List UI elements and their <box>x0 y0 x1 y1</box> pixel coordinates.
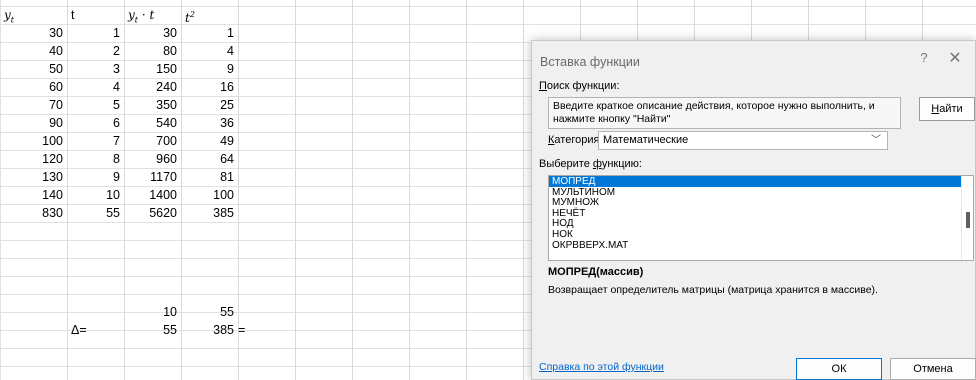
cell-yt-t[interactable]: 1170 <box>124 168 181 186</box>
cell-formula-equals[interactable]: = <box>234 321 291 339</box>
cell-t[interactable]: 4 <box>67 78 124 96</box>
function-item[interactable]: НЕЧЁТ <box>549 208 963 219</box>
search-label: Поиск функции: <box>539 80 620 92</box>
header-t[interactable]: t <box>67 6 124 24</box>
cell-matrix-a22[interactable]: 385 <box>181 321 238 339</box>
choose-function-label: Выберите функцию: <box>539 158 642 170</box>
cell-yt[interactable]: 130 <box>0 168 67 186</box>
cell-t[interactable]: 10 <box>67 186 124 204</box>
cell-matrix-a12[interactable]: 55 <box>181 303 238 321</box>
cell-t2[interactable]: 100 <box>181 186 238 204</box>
col-separator <box>409 0 410 380</box>
cell-yt-t[interactable]: 30 <box>124 24 181 42</box>
ok-button[interactable]: ОК <box>796 358 882 380</box>
insert-function-dialog: Вставка функции ? ✕ Поиск функции: Введи… <box>531 40 976 380</box>
cell-t2[interactable]: 36 <box>181 114 238 132</box>
cell-yt-t[interactable]: 1400 <box>124 186 181 204</box>
function-description: Возвращает определитель матрицы (матрица… <box>548 284 878 296</box>
header-yt-t-rest: · t <box>138 8 155 22</box>
category-label: Категория: <box>548 134 603 146</box>
choose-label-rest: ункцию: <box>601 158 642 170</box>
category-select[interactable]: Математические ﹀ <box>598 131 888 150</box>
cell-yt-t[interactable]: 80 <box>124 42 181 60</box>
cell-t[interactable]: 1 <box>67 24 124 42</box>
cell-yt[interactable]: 50 <box>0 60 67 78</box>
cell-t[interactable]: 3 <box>67 60 124 78</box>
function-list-scrollbar[interactable] <box>961 176 973 260</box>
choose-label-pre: Выберите <box>539 158 593 170</box>
cell-yt[interactable]: 90 <box>0 114 67 132</box>
cell-t2[interactable]: 4 <box>181 42 238 60</box>
cell-matrix-a11[interactable]: 10 <box>124 303 181 321</box>
function-search-input[interactable]: Введите краткое описание действия, котор… <box>548 97 901 129</box>
cell-t2[interactable]: 9 <box>181 60 238 78</box>
cell-delta-label[interactable]: Δ= <box>67 321 124 339</box>
cell-yt-t[interactable]: 240 <box>124 78 181 96</box>
close-icon[interactable]: ✕ <box>946 49 964 69</box>
cell-t2[interactable]: 49 <box>181 132 238 150</box>
function-signature: МОПРЕД(массив) <box>548 266 644 278</box>
cell-yt[interactable]: 140 <box>0 186 67 204</box>
header-yt-base: y <box>4 8 11 22</box>
find-button-text: айти <box>939 103 963 115</box>
header-yt-sub: t <box>10 15 14 24</box>
function-item-selected[interactable]: МОПРЕД <box>549 176 963 187</box>
cell-yt-t[interactable]: 700 <box>124 132 181 150</box>
cell-matrix-a21[interactable]: 55 <box>124 321 181 339</box>
cell-yt[interactable]: 60 <box>0 78 67 96</box>
cell-t2[interactable]: 1 <box>181 24 238 42</box>
choose-label-accel: ф <box>592 158 602 170</box>
cell-yt[interactable]: 70 <box>0 96 67 114</box>
cell-t2[interactable]: 25 <box>181 96 238 114</box>
dialog-title: Вставка функции <box>540 55 640 69</box>
cell-sum-yt[interactable]: 830 <box>0 204 67 222</box>
function-item[interactable]: ОКРВВЕРХ.МАТ <box>549 240 963 251</box>
function-list[interactable]: МОПРЕД МУЛЬТИНОМ МУМНОЖ НЕЧЁТ НОД НОК ОК… <box>548 175 974 261</box>
cell-t[interactable]: 7 <box>67 132 124 150</box>
cell-t2[interactable]: 64 <box>181 150 238 168</box>
header-yt-times-t[interactable]: yt · t <box>124 6 181 24</box>
cell-yt[interactable]: 30 <box>0 24 67 42</box>
cell-t2[interactable]: 16 <box>181 78 238 96</box>
search-label-accel: П <box>539 80 547 92</box>
function-item[interactable]: НОД <box>549 218 963 230</box>
cell-yt-t[interactable]: 150 <box>124 60 181 78</box>
cell-t2[interactable]: 81 <box>181 168 238 186</box>
cell-yt[interactable]: 100 <box>0 132 67 150</box>
cell-yt-t[interactable]: 960 <box>124 150 181 168</box>
search-label-text: оиск функции: <box>546 80 620 92</box>
cell-sum-t[interactable]: 55 <box>67 204 124 222</box>
help-icon[interactable]: ? <box>917 50 931 68</box>
col-separator <box>352 0 353 380</box>
cell-yt-t[interactable]: 540 <box>124 114 181 132</box>
cell-t[interactable]: 8 <box>67 150 124 168</box>
cell-sum-yt-t[interactable]: 5620 <box>124 204 181 222</box>
col-separator <box>523 0 524 380</box>
cell-t[interactable]: 2 <box>67 42 124 60</box>
cell-yt[interactable]: 120 <box>0 150 67 168</box>
cell-sum-t2[interactable]: 385 <box>181 204 238 222</box>
function-item[interactable]: НОК <box>549 229 963 240</box>
scrollbar-thumb[interactable] <box>966 212 970 228</box>
header-yt[interactable]: yt <box>0 6 67 24</box>
cancel-button[interactable]: Отмена <box>890 358 976 380</box>
function-item[interactable]: МУМНОЖ <box>549 197 963 208</box>
cell-t[interactable]: 6 <box>67 114 124 132</box>
function-item[interactable]: МУЛЬТИНОМ <box>549 187 963 198</box>
header-t-squared[interactable]: t2 <box>181 6 238 24</box>
col-separator <box>466 0 467 380</box>
function-help-link[interactable]: Справка по этой функции <box>539 361 664 373</box>
col-separator <box>295 0 296 380</box>
cell-t[interactable]: 5 <box>67 96 124 114</box>
category-select-value: Математические <box>603 134 689 146</box>
category-label-text: атегория: <box>554 134 603 146</box>
cell-yt[interactable]: 40 <box>0 42 67 60</box>
chevron-down-icon: ﹀ <box>871 135 881 146</box>
header-t2-sup: 2 <box>189 10 195 19</box>
find-button[interactable]: Найти <box>919 97 975 121</box>
cell-t[interactable]: 9 <box>67 168 124 186</box>
header-yt-t-base: y <box>128 8 135 22</box>
cell-yt-t[interactable]: 350 <box>124 96 181 114</box>
